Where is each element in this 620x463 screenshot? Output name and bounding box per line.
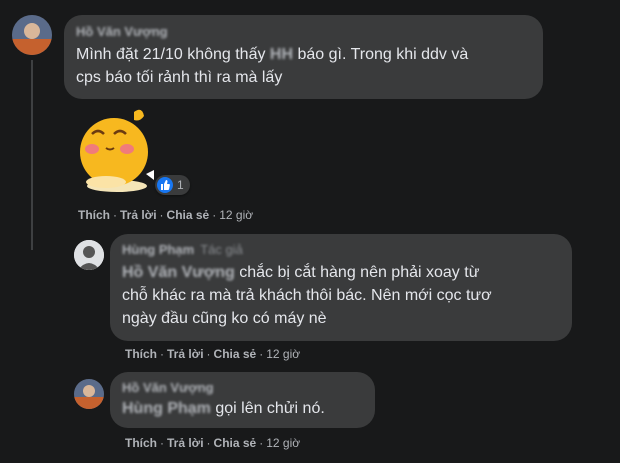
- mention-link[interactable]: Hồ Văn Vượng: [122, 264, 235, 281]
- reply-link[interactable]: Trả lời: [167, 347, 204, 361]
- timestamp[interactable]: 12 giờ: [266, 436, 300, 450]
- comment-bubble: Hồ Văn Vượng Mình đặt 21/10 không thấy H…: [64, 15, 543, 99]
- reply-author[interactable]: Hùng Phạm Tác giả: [122, 242, 560, 257]
- mention-link[interactable]: Hùng Phạm: [122, 400, 211, 417]
- like-link[interactable]: Thích: [125, 436, 157, 450]
- author-tag: Tác giả: [200, 242, 243, 257]
- reply-text: Hùng Phạm gọi lên chửi nó.: [122, 400, 325, 417]
- reply-link[interactable]: Trả lời: [167, 436, 204, 450]
- share-link[interactable]: Chia sẻ: [214, 436, 257, 450]
- reply-actions: Thích · Trả lời · Chia sẻ · 12 giờ: [125, 347, 301, 361]
- sticker-image: [72, 104, 158, 194]
- share-link[interactable]: Chia sẻ: [214, 347, 257, 361]
- reply-text: Hồ Văn Vượng chắc bị cắt hàng nên phải x…: [122, 264, 492, 327]
- timestamp[interactable]: 12 giờ: [266, 347, 300, 361]
- comment-actions: Thích · Trả lời · Chia sẻ · 12 giờ: [78, 208, 254, 222]
- comment-text: Mình đặt 21/10 không thấy HH báo gì. Tro…: [76, 46, 469, 86]
- reply-author[interactable]: Hồ Văn Vượng: [122, 380, 363, 395]
- reaction-badge[interactable]: 1: [155, 175, 190, 195]
- reaction-count: 1: [177, 178, 184, 192]
- share-link[interactable]: Chia sẻ: [167, 208, 210, 222]
- like-link[interactable]: Thích: [78, 208, 110, 222]
- like-icon: [157, 177, 173, 193]
- reply-actions: Thích · Trả lời · Chia sẻ · 12 giờ: [125, 436, 301, 450]
- like-link[interactable]: Thích: [125, 347, 157, 361]
- thread-line: [31, 60, 33, 250]
- reply-link[interactable]: Trả lời: [120, 208, 157, 222]
- reply-bubble: Hồ Văn Vượng Hùng Phạm gọi lên chửi nó.: [110, 372, 375, 428]
- replier-avatar[interactable]: [74, 379, 104, 409]
- timestamp[interactable]: 12 giờ: [219, 208, 253, 222]
- reply-bubble: Hùng Phạm Tác giả Hồ Văn Vượng chắc bị cắ…: [110, 234, 572, 341]
- replier-avatar[interactable]: [74, 240, 104, 270]
- commenter-avatar[interactable]: [12, 15, 52, 55]
- comment-author[interactable]: Hồ Văn Vượng: [76, 24, 531, 39]
